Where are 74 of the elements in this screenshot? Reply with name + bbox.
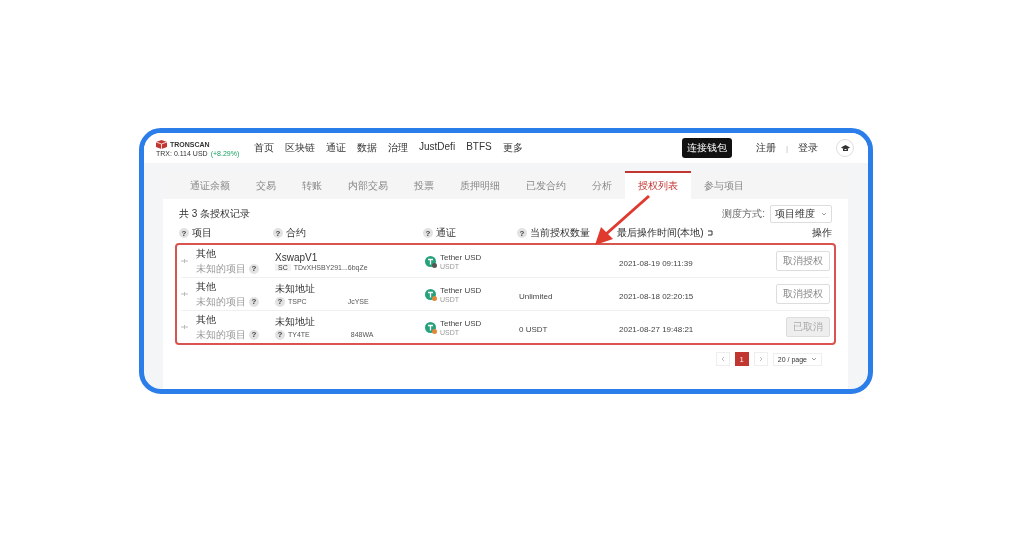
- login-link[interactable]: 登录: [798, 141, 818, 155]
- view-mode-select[interactable]: 项目维度: [770, 205, 832, 223]
- nav-link[interactable]: 治理: [388, 141, 408, 155]
- nav-link[interactable]: 首页: [254, 141, 274, 155]
- nav-link[interactable]: 通证: [326, 141, 346, 155]
- operation-time: 2021-08-18 02:20:15: [619, 292, 694, 301]
- operation-time: 2021-08-27 19:48:21: [619, 325, 694, 334]
- project-name: 其他: [196, 279, 217, 294]
- help-icon: ?: [249, 296, 259, 307]
- contract-name: 未知地址: [275, 314, 316, 329]
- help-icon: ?: [249, 263, 259, 274]
- help-icon: ?: [249, 329, 259, 340]
- help-icon: ?: [517, 228, 527, 238]
- column-label: 当前授权数量: [530, 226, 590, 240]
- nav-link[interactable]: 区块链: [285, 141, 315, 155]
- project-subtitle: 未知的项目: [196, 261, 246, 276]
- token-name: Tether USD: [440, 285, 482, 295]
- tab[interactable]: 授权列表: [625, 171, 691, 199]
- pin-icon: [181, 324, 188, 330]
- nav-link[interactable]: 更多: [502, 141, 523, 155]
- operation-time: 2021-08-19 09:11:39: [619, 259, 693, 268]
- bracket-icon: [706, 230, 713, 236]
- project-name: 其他: [196, 246, 217, 261]
- record-count: 共 3 条授权记录: [179, 207, 251, 221]
- token-icon: [425, 321, 436, 333]
- nav-link[interactable]: BTFS: [466, 141, 492, 155]
- tab[interactable]: 通证余额: [177, 171, 243, 199]
- connect-wallet-button[interactable]: 连接钱包: [681, 138, 732, 158]
- tab[interactable]: 转账: [289, 171, 335, 199]
- token-icon: [425, 255, 436, 267]
- column-label: 合约: [286, 226, 306, 240]
- nav-link[interactable]: 数据: [357, 141, 377, 155]
- tab[interactable]: 交易: [243, 171, 289, 199]
- help-icon: ?: [275, 296, 285, 307]
- tab[interactable]: 质押明细: [447, 171, 513, 199]
- nav-link[interactable]: JustDefi: [419, 141, 456, 155]
- project-subtitle: 未知的项目: [196, 294, 246, 309]
- graduation-cap-icon: [840, 144, 850, 152]
- separator: |: [785, 143, 788, 153]
- previous-page-button[interactable]: [715, 352, 730, 366]
- contract-name: 未知地址: [275, 281, 316, 296]
- column-label: 通证: [436, 226, 456, 240]
- token-name: Tether USD: [440, 252, 482, 262]
- pin-icon: [181, 291, 188, 297]
- column-label: 操作: [812, 226, 832, 240]
- view-mode-label: 测度方式:: [722, 207, 765, 221]
- pin-icon: [181, 258, 188, 264]
- project-subtitle: 未知的项目: [196, 327, 246, 342]
- tab[interactable]: 分析: [579, 171, 625, 199]
- register-link[interactable]: 注册: [755, 141, 776, 155]
- chevron-down-icon: [821, 212, 827, 216]
- chevron-left-icon: [720, 356, 725, 362]
- approval-amount: 0 USDT: [519, 325, 548, 334]
- revoke-button[interactable]: 取消授权: [776, 284, 830, 304]
- logo-icon: [156, 139, 167, 149]
- tab[interactable]: 内部交易: [335, 171, 401, 199]
- project-name: 其他: [196, 312, 217, 327]
- help-icon: ?: [423, 228, 433, 238]
- revoke-button[interactable]: 取消授权: [776, 251, 830, 271]
- token-icon: [425, 288, 436, 300]
- help-icon: ?: [179, 228, 189, 238]
- approval-amount: Unlimited: [519, 292, 553, 301]
- tab[interactable]: 已发合约: [513, 171, 579, 199]
- tab[interactable]: 投票: [401, 171, 447, 199]
- token-name: Tether USD: [440, 318, 482, 328]
- tab[interactable]: 参与项目: [691, 171, 757, 199]
- help-icon: ?: [273, 228, 283, 238]
- next-page-button[interactable]: [753, 352, 768, 366]
- column-label: 最后操作时间(本地): [617, 226, 704, 240]
- chevron-down-icon: [811, 357, 817, 361]
- contract-name: XswapV1: [275, 251, 319, 263]
- column-label: 项目: [192, 226, 212, 240]
- chevron-right-icon: [758, 356, 763, 362]
- help-icon: ?: [275, 329, 285, 340]
